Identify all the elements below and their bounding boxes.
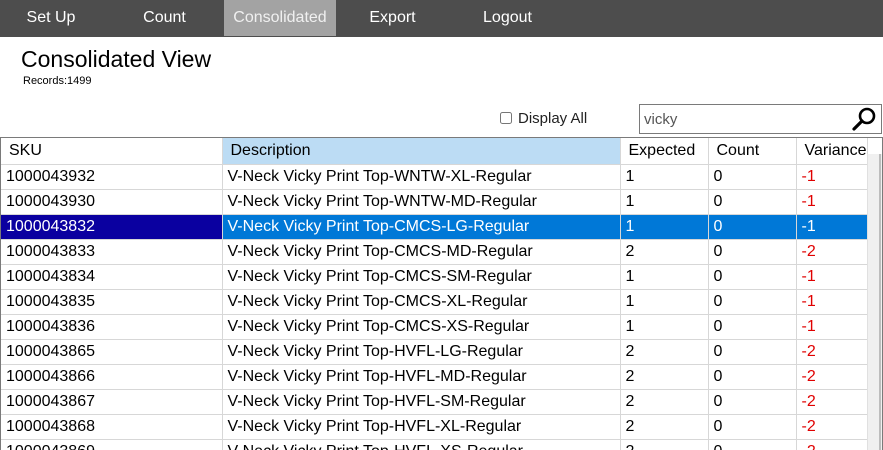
top-nav-bar: Set Up Count Consolidated Export Logout [0,0,883,37]
column-header-description[interactable]: Description [222,138,621,165]
display-all-checkbox[interactable] [500,112,512,124]
cell-variance: -1 [796,264,868,290]
cell-sku: 1000043868 [1,414,223,440]
consolidated-grid: SKU Description Expected Count Variance … [0,137,883,450]
cell-expected: 1 [620,164,709,190]
cell-variance: -1 [796,314,868,340]
search-box [639,104,882,134]
column-header-expected[interactable]: Expected [620,138,709,165]
cell-expected: 1 [620,314,709,340]
cell-description: V-Neck Vicky Print Top-WNTW-MD-Regular [222,189,621,215]
cell-variance: -2 [796,339,868,365]
nav-item-logout[interactable]: Logout [465,0,550,36]
cell-count: 0 [708,214,797,240]
cell-description: V-Neck Vicky Print Top-HVFL-SM-Regular [222,389,621,415]
scrollbar-thumb[interactable] [879,154,881,450]
cell-count: 0 [708,314,797,340]
column-header-count[interactable]: Count [708,138,797,165]
cell-variance: -2 [796,364,868,390]
table-row[interactable]: 1000043833 V-Neck Vicky Print Top-CMCS-MD… [1,239,868,265]
consolidated-table: SKU Description Expected Count Variance … [1,138,868,450]
cell-sku: 1000043867 [1,389,223,415]
cell-description: V-Neck Vicky Print Top-CMCS-SM-Regular [222,264,621,290]
search-input[interactable] [640,105,845,133]
nav-item-consolidated[interactable]: Consolidated [224,0,336,36]
cell-description: V-Neck Vicky Print Top-CMCS-LG-Regular [222,214,621,240]
vertical-scrollbar[interactable] [867,154,882,450]
cell-description: V-Neck Vicky Print Top-WNTW-XL-Regular [222,164,621,190]
cell-count: 0 [708,414,797,440]
table-row[interactable]: 1000043835 V-Neck Vicky Print Top-CMCS-XL… [1,289,868,315]
cell-count: 0 [708,439,797,450]
cell-expected: 2 [620,239,709,265]
cell-expected: 2 [620,439,709,450]
cell-sku: 1000043932 [1,164,223,190]
cell-sku: 1000043833 [1,239,223,265]
table-row[interactable]: 1000043865 V-Neck Vicky Print Top-HVFL-LG… [1,339,868,365]
cell-count: 0 [708,164,797,190]
cell-expected: 2 [620,339,709,365]
table-row[interactable]: 1000043869V-Neck Vicky Print Top-HVFL-XS… [1,439,868,450]
cell-sku: 1000043836 [1,314,223,340]
column-header-variance[interactable]: Variance [796,138,868,165]
cell-count: 0 [708,264,797,290]
search-button[interactable] [851,106,879,132]
cell-description: V-Neck Vicky Print Top-HVFL-LG-Regular [222,339,621,365]
cell-description: V-Neck Vicky Print Top-HVFL-XS-Regular [222,439,621,450]
cell-expected: 2 [620,364,709,390]
table-row[interactable]: 1000043834 V-Neck Vicky Print Top-CMCS-SM… [1,264,868,290]
display-all-toggle[interactable]: Display All [498,108,587,128]
table-row[interactable]: 1000043930 V-Neck Vicky Print Top-WNTW-MD… [1,189,868,215]
cell-expected: 1 [620,189,709,215]
cell-count: 0 [708,389,797,415]
table-row[interactable]: 1000043868 V-Neck Vicky Print Top-HVFL-XL… [1,414,868,440]
column-header-sku[interactable]: SKU [1,138,223,165]
cell-variance: -2 [796,414,868,440]
cell-count: 0 [708,339,797,365]
cell-description: V-Neck Vicky Print Top-CMCS-MD-Regular [222,239,621,265]
nav-item-export[interactable]: Export [350,0,435,36]
cell-sku: 1000043866 [1,364,223,390]
cell-count: 0 [708,289,797,315]
cell-expected: 2 [620,389,709,415]
cell-expected: 1 [620,264,709,290]
cell-description: V-Neck Vicky Print Top-CMCS-XL-Regular [222,289,621,315]
cell-variance: -2 [796,389,868,415]
cell-sku: 1000043865 [1,339,223,365]
cell-variance: -1 [796,289,868,315]
cell-count: 0 [708,239,797,265]
cell-description: V-Neck Vicky Print Top-HVFL-MD-Regular [222,364,621,390]
cell-sku: 1000043832 [1,214,223,240]
cell-expected: 1 [620,289,709,315]
table-row[interactable]: 1000043832 V-Neck Vicky Print Top-CMCS-LG… [1,214,868,240]
cell-expected: 2 [620,414,709,440]
cell-count: 0 [708,364,797,390]
cell-count: 0 [708,189,797,215]
table-row[interactable]: 1000043866 V-Neck Vicky Print Top-HVFL-MD… [1,364,868,390]
cell-sku: 1000043869 [1,439,223,450]
nav-item-count[interactable]: Count [117,0,212,36]
cell-description: V-Neck Vicky Print Top-CMCS-XS-Regular [222,314,621,340]
table-header-row: SKU Description Expected Count Variance [1,138,868,165]
cell-variance: -2 [796,239,868,265]
table-row[interactable]: 1000043836 V-Neck Vicky Print Top-CMCS-XS… [1,314,868,340]
cell-expected: 1 [620,214,709,240]
cell-sku: 1000043930 [1,189,223,215]
cell-description: V-Neck Vicky Print Top-HVFL-XL-Regular [222,414,621,440]
cell-variance: -2 [796,439,868,450]
records-count: Records:1499 [23,75,92,87]
cell-sku: 1000043834 [1,264,223,290]
cell-variance: -1 [796,189,868,215]
nav-item-setup[interactable]: Set Up [0,0,102,36]
cell-variance: -1 [796,164,868,190]
page-title: Consolidated View [21,46,212,72]
cell-variance: -1 [796,214,868,240]
table-row[interactable]: 1000043932 V-Neck Vicky Print Top-WNTW-XL… [1,164,868,190]
table-row[interactable]: 1000043867 V-Neck Vicky Print Top-HVFL-SM… [1,389,868,415]
cell-sku: 1000043835 [1,289,223,315]
display-all-label: Display All [518,109,588,127]
search-icon [852,107,876,131]
